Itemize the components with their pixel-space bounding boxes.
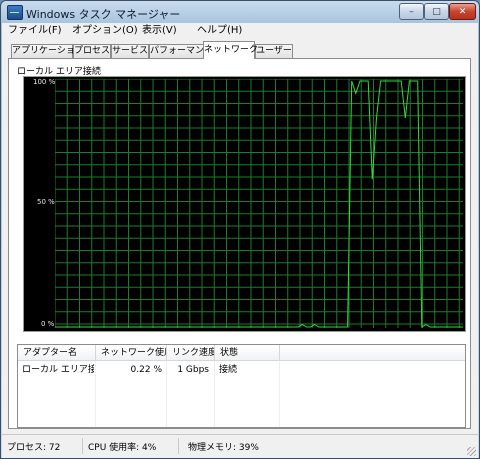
cell-network-utilization: 0.22 % <box>130 365 162 375</box>
column-divider <box>214 361 215 427</box>
cell-state: 接続 <box>219 365 238 375</box>
menu-view[interactable]: 表示(V) <box>142 24 177 38</box>
column-header-adapter-name[interactable]: アダプター名 <box>18 345 96 361</box>
tab-services[interactable]: サービス <box>111 44 149 58</box>
column-header-link-speed[interactable]: リンク速度 <box>167 345 215 361</box>
y-label-0: 0 % <box>41 320 55 328</box>
maximize-button[interactable]: □ <box>424 3 449 20</box>
column-header-filler <box>280 345 465 361</box>
status-separator <box>178 438 179 454</box>
tab-processes[interactable]: プロセス <box>73 44 111 58</box>
adapter-table: アダプター名 ネットワーク使用... リンク速度 状態 ローカル エリア接...… <box>17 344 466 428</box>
tab-users[interactable]: ユーザー <box>255 44 293 58</box>
column-divider <box>279 361 280 427</box>
close-button[interactable]: ✕ <box>449 3 476 20</box>
network-usage-graph: 100 % 50 % 0 % <box>23 76 466 332</box>
resize-grip[interactable] <box>467 447 476 456</box>
status-separator <box>82 438 83 454</box>
y-label-100: 100 % <box>33 78 56 86</box>
status-cpu-usage: CPU 使用率: 4% <box>88 443 157 453</box>
column-header-network-utilization[interactable]: ネットワーク使用... <box>96 345 167 361</box>
tab-applications[interactable]: アプリケーション <box>11 44 84 58</box>
y-label-50: 50 % <box>37 198 55 206</box>
menu-options[interactable]: オプション(O) <box>72 24 138 38</box>
client-area: アプリケーション プロセス サービス パフォーマンス ネットワーク ユーザー ロ… <box>2 39 478 434</box>
task-manager-icon <box>7 5 23 20</box>
tab-networking[interactable]: ネットワーク <box>203 41 258 59</box>
menu-help[interactable]: ヘルプ(H) <box>197 24 242 38</box>
menu-bar: ファイル(F) オプション(O) 表示(V) ヘルプ(H) <box>2 23 478 39</box>
status-processes: プロセス: 72 <box>7 443 61 453</box>
column-divider <box>95 361 96 427</box>
networking-panel: ローカル エリア接続 100 % 50 % 0 % アダプター名 ネットワーク使… <box>8 58 471 429</box>
tab-performance[interactable]: パフォーマンス <box>149 44 213 58</box>
column-header-state[interactable]: 状態 <box>215 345 280 361</box>
status-bar: プロセス: 72 CPU 使用率: 4% 物理メモリ: 39% <box>2 434 478 458</box>
status-physical-memory: 物理メモリ: 39% <box>188 443 259 453</box>
cell-adapter-name: ローカル エリア接... <box>22 365 94 375</box>
task-manager-window: Windows タスク マネージャー – □ ✕ ファイル(F) オプション(O… <box>0 0 480 459</box>
menu-file[interactable]: ファイル(F) <box>8 24 62 38</box>
column-divider <box>166 361 167 427</box>
cell-link-speed: 1 Gbps <box>177 365 209 375</box>
window-title: Windows タスク マネージャー <box>26 8 181 21</box>
graph-plot-area <box>55 79 463 328</box>
minimize-button[interactable]: – <box>399 3 424 20</box>
title-bar[interactable]: Windows タスク マネージャー – □ ✕ <box>1 1 479 23</box>
